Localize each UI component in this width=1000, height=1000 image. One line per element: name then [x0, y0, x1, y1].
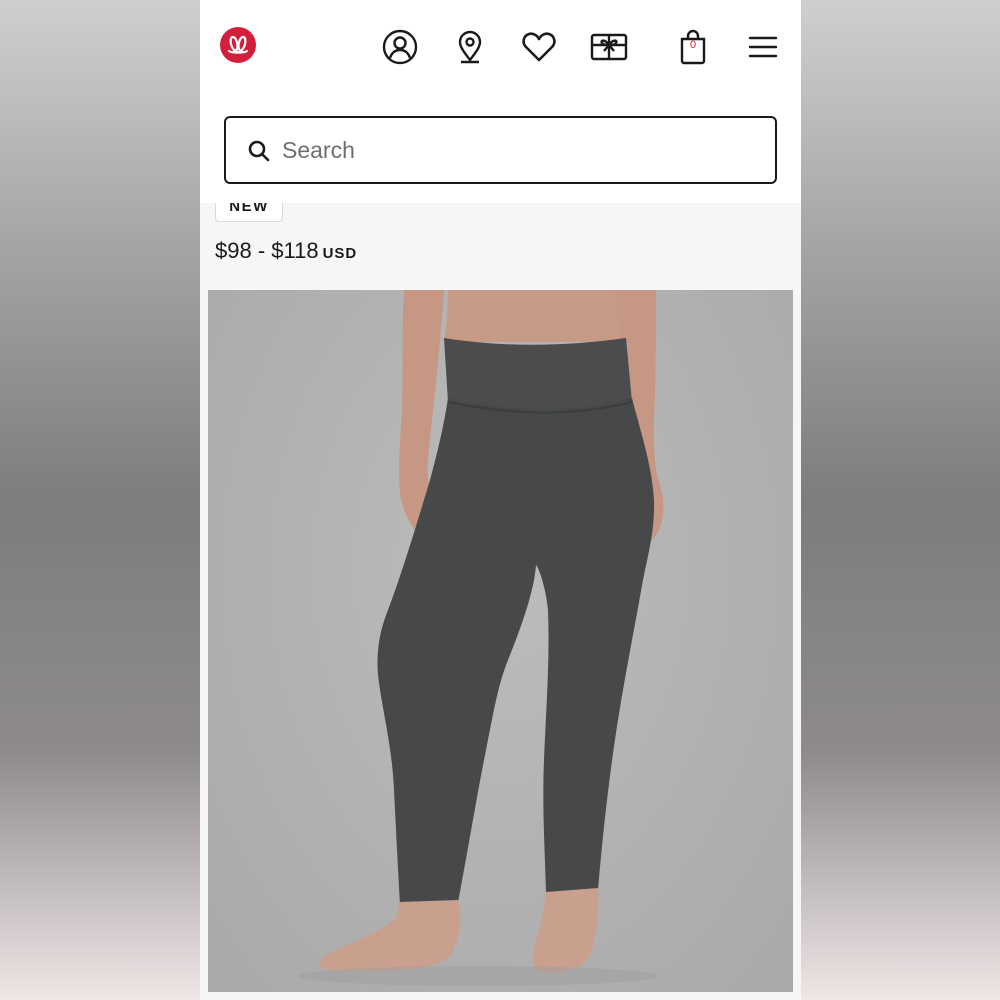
- gift-card-icon[interactable]: [590, 28, 628, 66]
- lululemon-logo[interactable]: [220, 27, 256, 63]
- search-input[interactable]: [282, 128, 752, 172]
- search-bar[interactable]: [224, 116, 777, 184]
- search-icon: [248, 140, 270, 167]
- mobile-page: NEW 0 Search $98 - $118 USD: [200, 0, 801, 1000]
- bag-count: 0: [689, 39, 697, 51]
- wishlist-icon[interactable]: [520, 28, 558, 66]
- site-header: 0: [200, 0, 801, 203]
- price-value: $98 - $118: [215, 238, 319, 263]
- menu-icon[interactable]: [744, 28, 782, 66]
- blurred-background-left: [0, 0, 200, 1000]
- shopping-bag-icon[interactable]: 0: [674, 28, 712, 66]
- price-currency: USD: [322, 245, 358, 262]
- blurred-background-right: [801, 0, 1000, 1000]
- price-range: $98 - $118 USD: [215, 238, 357, 264]
- account-icon[interactable]: [381, 28, 419, 66]
- store-locator-icon[interactable]: [451, 28, 489, 66]
- product-image[interactable]: [208, 290, 793, 992]
- leggings-illustration: [298, 290, 664, 986]
